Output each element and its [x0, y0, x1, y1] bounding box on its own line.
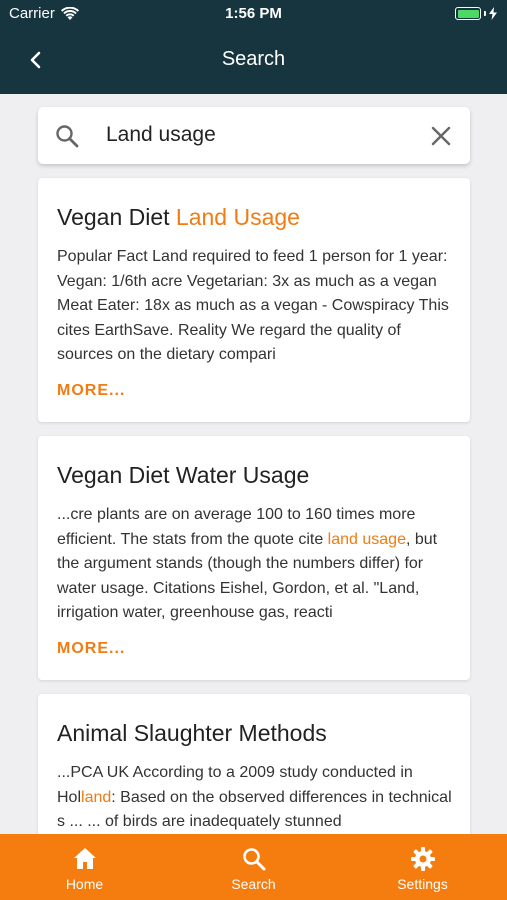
result-snippet: Popular Fact Land required to feed 1 per… [57, 248, 449, 363]
nav-bar: Search [0, 28, 507, 94]
more-link[interactable]: MORE... [57, 382, 125, 400]
status-bar: Carrier 1:56 PM [0, 0, 507, 28]
charging-bolt-icon [489, 7, 497, 20]
result-card[interactable]: Vegan Diet Water Usage ...cre plants are… [38, 436, 470, 680]
battery-icon [455, 7, 497, 20]
close-icon[interactable] [430, 125, 452, 147]
title-highlight: Land Usage [175, 204, 300, 230]
snippet-highlight: land usage [327, 530, 406, 548]
navigation-header: Carrier 1:56 PM Search [0, 0, 507, 94]
gear-icon [410, 847, 435, 871]
tab-settings[interactable]: Settings [338, 834, 507, 900]
result-snippet: ...cre plants are on average 100 to 160 … [57, 506, 438, 621]
search-icon [242, 848, 265, 871]
home-icon [73, 848, 96, 869]
snippet-highlight: land [81, 788, 112, 806]
result-title: Animal Slaughter Methods [57, 720, 327, 746]
result-title: Vegan Diet Land Usage [57, 204, 300, 230]
result-title: Vegan Diet Water Usage [57, 462, 310, 488]
page-title: Search [221, 48, 286, 70]
clock: 1:56 PM [225, 5, 282, 22]
tab-bar: Home Search Settings [0, 834, 507, 900]
tab-home[interactable]: Home [0, 834, 169, 900]
search-input[interactable] [106, 117, 406, 153]
tab-home-label: Home [65, 876, 104, 892]
tab-settings-label: Settings [397, 876, 448, 892]
result-card[interactable]: Vegan Diet Land Usage Popular Fact Land … [38, 178, 470, 422]
search-icon [56, 125, 79, 148]
tab-search[interactable]: Search [169, 834, 338, 900]
search-bar [38, 107, 470, 164]
more-link[interactable]: MORE... [57, 640, 125, 658]
tab-search-label: Search [231, 876, 276, 892]
